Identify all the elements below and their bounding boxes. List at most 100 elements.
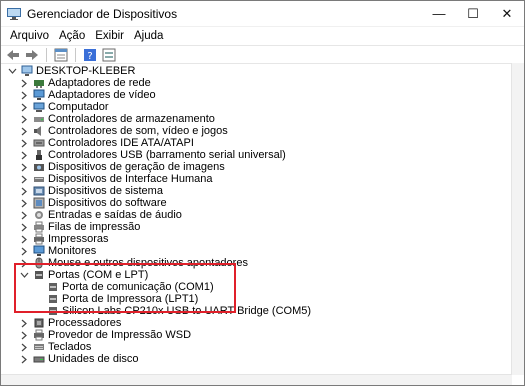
tree-item-label: DESKTOP-KLEBER xyxy=(36,65,136,77)
chevron-right-icon[interactable] xyxy=(20,343,29,352)
close-button[interactable]: ✕ xyxy=(490,1,524,26)
menu-bar: Arquivo Ação Exibir Ajuda xyxy=(1,26,524,45)
tree-category[interactable]: Dispositivos de geração de imagens xyxy=(19,161,225,173)
tree-expander[interactable] xyxy=(19,77,29,89)
chevron-right-icon[interactable] xyxy=(20,235,29,244)
vertical-scrollbar[interactable] xyxy=(511,63,524,375)
tree-category[interactable]: Provedor de Impressão WSD xyxy=(19,329,191,341)
menu-exibir[interactable]: Exibir xyxy=(90,30,129,42)
horizontal-scrollbar[interactable] xyxy=(1,374,512,385)
tree-expander[interactable] xyxy=(19,185,29,197)
back-button[interactable] xyxy=(5,47,21,63)
tree-expander[interactable] xyxy=(19,101,29,113)
tree-category[interactable]: Controladores de som, vídeo e jogos xyxy=(19,125,228,137)
chevron-right-icon[interactable] xyxy=(20,175,29,184)
tree-category[interactable]: Dispositivos do software xyxy=(19,197,167,209)
tree-item-label: Controladores USB (barramento serial uni… xyxy=(48,149,286,161)
menu-ajuda[interactable]: Ajuda xyxy=(129,30,168,42)
tree-expander[interactable] xyxy=(19,245,29,257)
tree-category[interactable]: Adaptadores de vídeo xyxy=(19,89,156,101)
tree-category[interactable]: Computador xyxy=(19,101,109,113)
toolbar: ? xyxy=(1,45,524,65)
chevron-right-icon[interactable] xyxy=(20,115,29,124)
computer-icon xyxy=(33,102,45,112)
tree-category[interactable]: Controladores USB (barramento serial uni… xyxy=(19,149,286,161)
chevron-right-icon[interactable] xyxy=(20,187,29,196)
chevron-right-icon[interactable] xyxy=(20,151,29,160)
tree-item-label: Teclados xyxy=(48,341,92,353)
chevron-right-icon[interactable] xyxy=(20,79,29,88)
highlight-box xyxy=(14,263,236,313)
chevron-right-icon[interactable] xyxy=(20,211,29,220)
tree-expander[interactable] xyxy=(7,65,17,77)
tree-expander[interactable] xyxy=(19,113,29,125)
chevron-right-icon[interactable] xyxy=(20,139,29,148)
window-title: Gerenciador de Dispositivos xyxy=(27,6,178,21)
tree-expander[interactable] xyxy=(19,233,29,245)
toolbar-separator xyxy=(75,48,76,62)
tree-item-label: Dispositivos de Interface Humana xyxy=(48,173,213,185)
tree-category[interactable]: Impressoras xyxy=(19,233,109,245)
chevron-right-icon[interactable] xyxy=(20,127,29,136)
back-icon xyxy=(7,50,19,60)
chevron-right-icon[interactable] xyxy=(20,223,29,232)
chevron-right-icon[interactable] xyxy=(20,331,29,340)
storage-icon xyxy=(34,117,44,122)
tree-category[interactable]: Controladores de armazenamento xyxy=(19,113,215,125)
tree-category[interactable]: Monitores xyxy=(19,245,96,257)
tree-category[interactable]: Teclados xyxy=(19,341,91,353)
menu-arquivo[interactable]: Arquivo xyxy=(5,30,54,42)
chevron-right-icon[interactable] xyxy=(20,199,29,208)
keyboard-icon xyxy=(34,344,44,350)
maximize-button[interactable]: ☐ xyxy=(456,1,490,26)
properties-button[interactable] xyxy=(53,47,69,63)
tree-expander[interactable] xyxy=(19,221,29,233)
tree-category[interactable]: Dispositivos de Interface Humana xyxy=(19,173,212,185)
chevron-right-icon[interactable] xyxy=(20,163,29,172)
forward-button[interactable] xyxy=(24,47,40,63)
tree-category[interactable]: Entradas e saídas de áudio xyxy=(19,209,182,221)
help-icon: ? xyxy=(84,49,96,62)
toolbar-separator xyxy=(46,48,47,62)
chevron-right-icon[interactable] xyxy=(20,247,29,256)
tree-category[interactable]: Unidades de disco xyxy=(19,353,139,365)
menu-acao[interactable]: Ação xyxy=(54,30,90,42)
tree-expander[interactable] xyxy=(19,137,29,149)
tree-expander[interactable] xyxy=(19,161,29,173)
tree-expander[interactable] xyxy=(19,353,29,365)
tree-item-label: Controladores de som, vídeo e jogos xyxy=(48,125,228,137)
tree-expander[interactable] xyxy=(19,329,29,341)
tree-item-label: Dispositivos do software xyxy=(48,197,167,209)
chevron-right-icon[interactable] xyxy=(20,103,29,112)
tree-item-label: Computador xyxy=(48,101,109,113)
tree-category[interactable]: Adaptadores de rede xyxy=(19,77,151,89)
view-button[interactable] xyxy=(101,47,117,63)
tree-category[interactable]: Processadores xyxy=(19,317,121,329)
minimize-button[interactable]: — xyxy=(422,1,456,26)
chevron-right-icon[interactable] xyxy=(20,355,29,364)
system-icon xyxy=(33,186,45,196)
tree-category[interactable]: Dispositivos de sistema xyxy=(19,185,163,197)
device-manager-icon xyxy=(7,7,21,20)
tree-expander[interactable] xyxy=(19,125,29,137)
tree-category[interactable]: Controladores IDE ATA/ATAPI xyxy=(19,137,194,149)
printer-queue-icon xyxy=(34,221,44,233)
tree-expander[interactable] xyxy=(19,149,29,161)
tree-expander[interactable] xyxy=(19,209,29,221)
tree-item-label: Dispositivos de geração de imagens xyxy=(48,161,225,173)
tree-root[interactable]: DESKTOP-KLEBER xyxy=(7,65,135,77)
tree-expander[interactable] xyxy=(19,173,29,185)
tree-expander[interactable] xyxy=(19,197,29,209)
chevron-right-icon[interactable] xyxy=(20,319,29,328)
chevron-down-icon[interactable] xyxy=(8,67,17,76)
printer-icon xyxy=(34,329,44,341)
tree-expander[interactable] xyxy=(19,341,29,353)
tree-expander[interactable] xyxy=(19,317,29,329)
speaker-icon xyxy=(34,126,41,136)
tree-category[interactable]: Filas de impressão xyxy=(19,221,140,233)
tree-expander[interactable] xyxy=(19,89,29,101)
chevron-right-icon[interactable] xyxy=(20,91,29,100)
tree-item-label: Provedor de Impressão WSD xyxy=(48,329,192,341)
help-button[interactable]: ? xyxy=(82,47,98,63)
tree-item-label: Monitores xyxy=(48,245,97,257)
